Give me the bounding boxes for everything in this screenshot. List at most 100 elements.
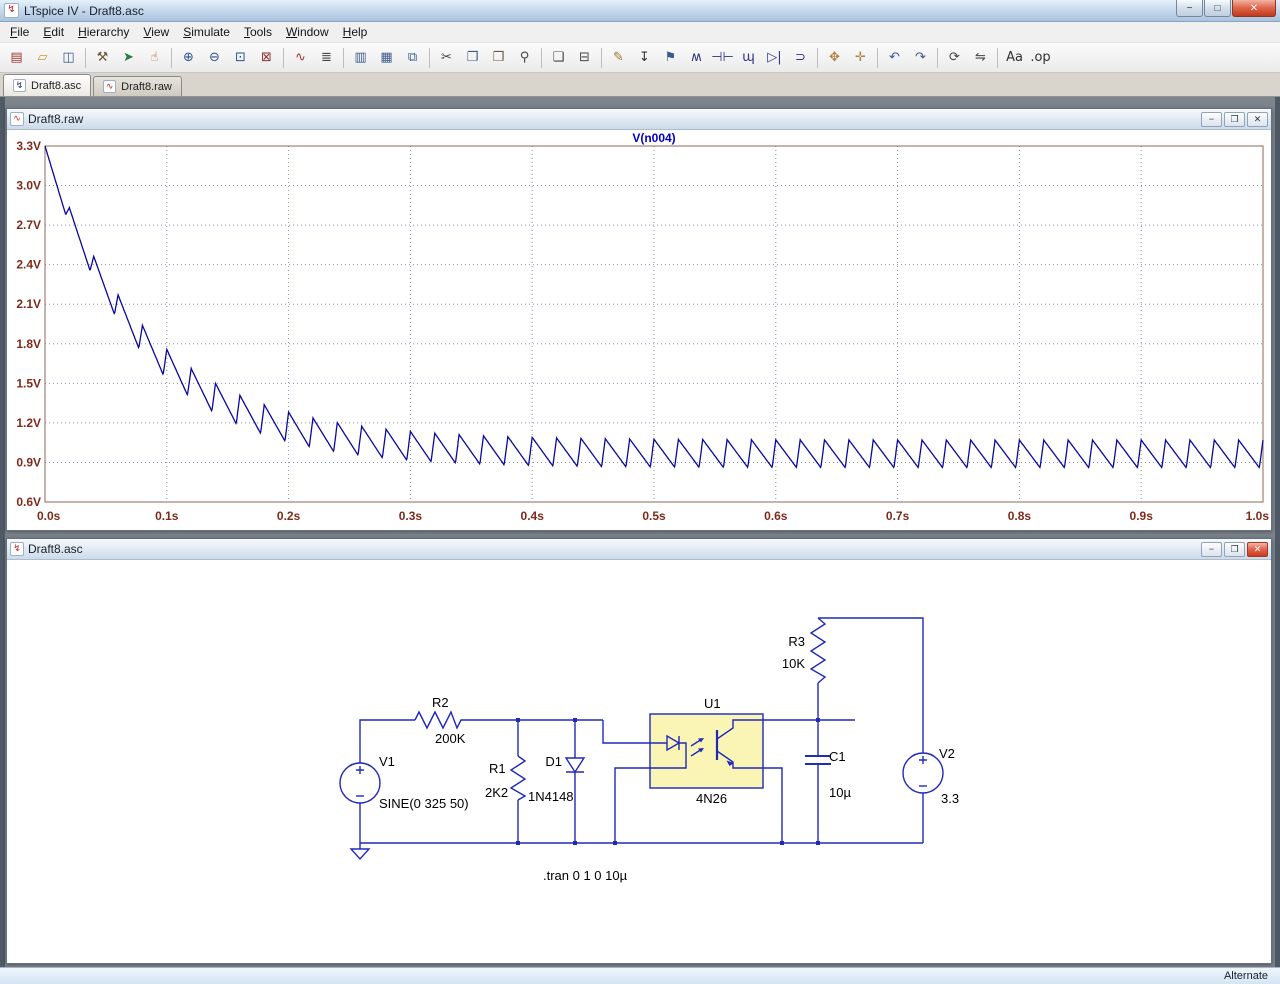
mirror-button[interactable]: ⇋ bbox=[968, 46, 993, 70]
plot-settings-button[interactable]: ≣ bbox=[314, 46, 339, 70]
component-V2[interactable] bbox=[902, 752, 944, 794]
component-R3[interactable] bbox=[809, 617, 827, 684]
close-button[interactable]: ✕ bbox=[1232, 0, 1276, 17]
find-button[interactable]: ⚲ bbox=[512, 46, 537, 70]
menu-tools[interactable]: Tools bbox=[237, 23, 279, 42]
cut-button[interactable]: ✂ bbox=[434, 46, 459, 70]
component-R1[interactable] bbox=[509, 755, 527, 801]
toolbar-separator bbox=[937, 47, 938, 68]
waveform-plot[interactable]: 0.6V 0.9V 1.2V 1.5V 1.8V 2.1V 2.4V 2.7V 3.0V 3.3V… bbox=[7, 130, 1271, 530]
asc-minimize-button[interactable]: − bbox=[1201, 541, 1222, 557]
label-R3-value[interactable]: 10K bbox=[782, 656, 805, 671]
label-R1-name[interactable]: R1 bbox=[489, 761, 506, 776]
label-V1-value[interactable]: SINE(0 325 50) bbox=[379, 796, 469, 811]
raw-restore-button[interactable]: ❐ bbox=[1224, 111, 1245, 127]
resistor-button[interactable]: ʍ bbox=[684, 46, 709, 70]
component-U1[interactable] bbox=[649, 713, 764, 789]
label-R1-value[interactable]: 2K2 bbox=[485, 785, 508, 800]
zoom-area-button[interactable]: ⊕ bbox=[176, 46, 201, 70]
ltspice-main-window: ↯ LTspice IV - Draft8.asc − □ ✕ File Edi… bbox=[0, 0, 1280, 984]
print-preview-button[interactable]: ❏ bbox=[546, 46, 571, 70]
halt-button[interactable]: ☝ bbox=[142, 46, 167, 70]
tile-horizontally-button[interactable]: ▦ bbox=[374, 46, 399, 70]
autorange-y-axis-button[interactable]: ∿ bbox=[288, 46, 313, 70]
app-icon: ↯ bbox=[4, 3, 19, 18]
toolbar: ▤ ▱ ◫ ⚒ ➤ ☝ ⊕ ⊖ ⊡ ⊠ ∿ ≣ ▥ ▦ ⧉ ✂ ❐ ❒ ⚲ ❏ ⊟ ✎ ↧ ⚑ ʍ ⊣⊢ ɰ ▷| ⊃ ✥ ✛ ↶ ↷ ⟳ ⇋ Aa.… bbox=[0, 43, 1280, 73]
toolbar-separator bbox=[429, 47, 430, 68]
y-tick-label: 0.6V bbox=[16, 495, 41, 509]
save-button[interactable]: ◫ bbox=[56, 46, 81, 70]
waveform-viewer-window: ∿ Draft8.raw − ❐ ✕ 0.6V 0.9V 1.2V 1.5V 1.8V 2… bbox=[6, 108, 1272, 531]
label-V1-name[interactable]: V1 bbox=[379, 754, 395, 769]
schematic-pane[interactable]: V1 SINE(0 325 50) R2 200K R1 2K2 D1 1N41… bbox=[7, 560, 1271, 963]
label-tran-directive[interactable]: .tran 0 1 0 10µ bbox=[543, 868, 628, 883]
undo-button[interactable]: ↶ bbox=[882, 46, 907, 70]
label-R2-name[interactable]: R2 bbox=[432, 695, 449, 710]
y-tick-label: 2.7V bbox=[16, 218, 41, 232]
menu-simulate[interactable]: Simulate bbox=[176, 23, 237, 42]
print-button[interactable]: ⊟ bbox=[572, 46, 597, 70]
waveform-plot-pane[interactable]: 0.6V 0.9V 1.2V 1.5V 1.8V 2.1V 2.4V 2.7V 3.0V 3.3V… bbox=[7, 130, 1271, 530]
toolbar-separator bbox=[171, 47, 172, 68]
label-R2-value[interactable]: 200K bbox=[435, 731, 466, 746]
minimize-button[interactable]: − bbox=[1176, 0, 1203, 17]
tile-vertically-button[interactable]: ▥ bbox=[348, 46, 373, 70]
asc-window-titlebar[interactable]: ↯ Draft8.asc − ❐ ✕ bbox=[7, 539, 1271, 560]
move-button[interactable]: ✥ bbox=[822, 46, 847, 70]
zoom-back-button[interactable]: ⊖ bbox=[202, 46, 227, 70]
spice-directive-button[interactable]: .op bbox=[1028, 46, 1053, 70]
maximize-button[interactable]: □ bbox=[1204, 0, 1231, 17]
redo-button[interactable]: ↷ bbox=[908, 46, 933, 70]
label-D1-name[interactable]: D1 bbox=[545, 754, 562, 769]
wire-button[interactable]: ✎ bbox=[606, 46, 631, 70]
menu-view[interactable]: View bbox=[136, 23, 176, 42]
component-R2[interactable] bbox=[414, 710, 463, 730]
ground-symbol[interactable] bbox=[349, 848, 371, 861]
label-C1-name[interactable]: C1 bbox=[829, 749, 846, 764]
cascade-windows-button[interactable]: ⧉ bbox=[400, 46, 425, 70]
tab-draft8-asc[interactable]: ↯ Draft8.asc bbox=[3, 74, 92, 96]
menu-edit[interactable]: Edit bbox=[36, 23, 71, 42]
raw-minimize-button[interactable]: − bbox=[1201, 111, 1222, 127]
component-D1[interactable] bbox=[564, 757, 586, 774]
inductor-button[interactable]: ɰ bbox=[736, 46, 761, 70]
new-schematic-button[interactable]: ▤ bbox=[4, 46, 29, 70]
zoom-undo-button[interactable]: ⊠ bbox=[254, 46, 279, 70]
raw-close-button[interactable]: ✕ bbox=[1247, 111, 1268, 127]
label-U1-value[interactable]: 4N26 bbox=[696, 791, 727, 806]
drag-button[interactable]: ✛ bbox=[848, 46, 873, 70]
control-panel-button[interactable]: ⚒ bbox=[90, 46, 115, 70]
paste-button[interactable]: ❒ bbox=[486, 46, 511, 70]
tab-draft8-raw-label: Draft8.raw bbox=[121, 80, 172, 93]
ground-button[interactable]: ↧ bbox=[632, 46, 657, 70]
menu-file[interactable]: File bbox=[3, 23, 36, 42]
component-button[interactable]: ⊃ bbox=[788, 46, 813, 70]
x-tick-label: 0.4s bbox=[521, 509, 545, 523]
asc-close-button[interactable]: ✕ bbox=[1247, 541, 1268, 557]
menu-help[interactable]: Help bbox=[336, 23, 375, 42]
label-V2-value[interactable]: 3.3 bbox=[941, 791, 959, 806]
menu-window[interactable]: Window bbox=[279, 23, 336, 42]
component-V1[interactable] bbox=[339, 762, 381, 804]
copy-button[interactable]: ❐ bbox=[460, 46, 485, 70]
label-V2-name[interactable]: V2 bbox=[939, 746, 955, 761]
text-button[interactable]: Aa bbox=[1002, 46, 1027, 70]
run-button[interactable]: ➤ bbox=[116, 46, 141, 70]
net-label-button[interactable]: ⚑ bbox=[658, 46, 683, 70]
asc-restore-button[interactable]: ❐ bbox=[1224, 541, 1245, 557]
label-U1-name[interactable]: U1 bbox=[704, 696, 721, 711]
label-C1-value[interactable]: 10µ bbox=[829, 785, 851, 800]
tab-draft8-raw[interactable]: ∿ Draft8.raw bbox=[93, 76, 182, 96]
x-tick-label: 0.2s bbox=[277, 509, 301, 523]
diode-button[interactable]: ▷| bbox=[762, 46, 787, 70]
zoom-full-extents-button[interactable]: ⊡ bbox=[228, 46, 253, 70]
open-button[interactable]: ▱ bbox=[30, 46, 55, 70]
menu-hierarchy[interactable]: Hierarchy bbox=[71, 23, 136, 42]
label-D1-value[interactable]: 1N4148 bbox=[528, 789, 574, 804]
component-C1[interactable] bbox=[805, 755, 831, 765]
raw-window-titlebar[interactable]: ∿ Draft8.raw − ❐ ✕ bbox=[7, 109, 1271, 130]
rotate-button[interactable]: ⟳ bbox=[942, 46, 967, 70]
capacitor-button[interactable]: ⊣⊢ bbox=[710, 46, 735, 70]
schematic-canvas[interactable]: V1 SINE(0 325 50) R2 200K R1 2K2 D1 1N41… bbox=[7, 560, 1271, 963]
label-R3-name[interactable]: R3 bbox=[788, 634, 805, 649]
